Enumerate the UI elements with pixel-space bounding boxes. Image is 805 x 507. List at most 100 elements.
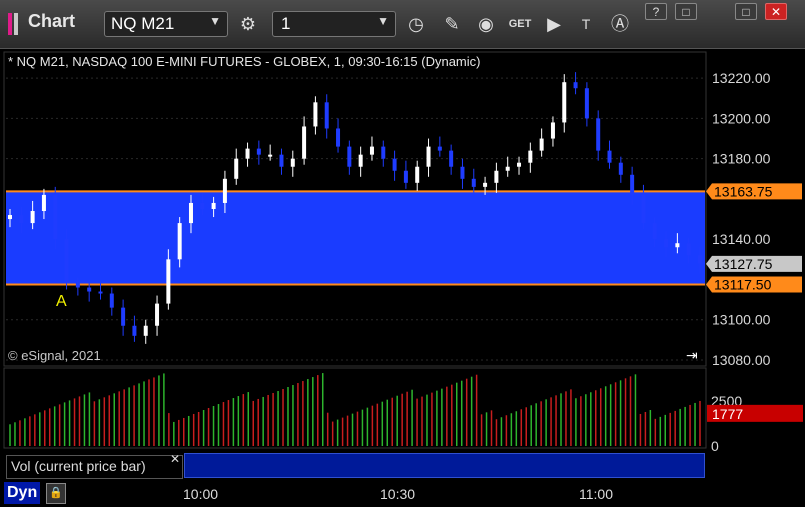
- symbol-value: NQ M21: [111, 14, 175, 33]
- price-tick: 13180.00: [712, 151, 771, 167]
- price-tick: 13220.00: [712, 70, 771, 86]
- candle-body: [8, 215, 12, 220]
- candle-body: [517, 162, 522, 167]
- close-button[interactable]: ✕: [765, 3, 787, 20]
- candle-body: [539, 138, 544, 151]
- candle-body: [471, 178, 476, 187]
- candle-body: [75, 283, 80, 288]
- copyright-text: © eSignal, 2021: [8, 348, 101, 363]
- price-tick: 13080.00: [712, 352, 771, 368]
- candle-body: [234, 158, 239, 179]
- candle-body: [641, 194, 646, 224]
- candle-body: [358, 154, 363, 167]
- price-axis[interactable]: 13220.00 13200.00 13180.00 13140.00 13100.00…: [712, 70, 771, 368]
- candle-body: [132, 325, 137, 336]
- candle-body: [177, 223, 182, 260]
- study-icon[interactable]: ◉: [472, 11, 500, 37]
- candle-body: [369, 146, 374, 155]
- marker-label: A: [56, 293, 67, 310]
- candle-body: [313, 102, 318, 127]
- candle-body: [302, 126, 307, 159]
- candle-body: [53, 194, 58, 240]
- candle-body: [392, 158, 397, 171]
- candle-body: [437, 146, 442, 151]
- candle-body: [347, 146, 352, 167]
- candle-body: [584, 88, 589, 119]
- pencil-icon[interactable]: ✎: [438, 11, 466, 37]
- candle-body: [200, 202, 205, 209]
- price-tag-value: 13117.50: [714, 276, 772, 292]
- candle-body: [449, 150, 454, 167]
- get-icon[interactable]: GET: [506, 11, 534, 37]
- candle-body: [415, 166, 420, 183]
- maximize-button[interactable]: □: [735, 3, 757, 20]
- candle-body: [211, 202, 216, 209]
- candle-body: [166, 259, 171, 304]
- title-bar: Chart NQ M21 ▼ ⚙ 1 ▼ ◷ ✎ ◉ GET ▶ T Ⓐ ? □…: [0, 0, 805, 49]
- candle-body: [550, 122, 555, 139]
- chevron-down-icon[interactable]: ▼: [209, 14, 221, 28]
- price-tick: 13100.00: [712, 312, 771, 328]
- candle-body: [98, 291, 103, 294]
- scroll-end-icon[interactable]: ⇥: [686, 348, 698, 364]
- chevron-down-icon[interactable]: ▼: [377, 14, 389, 28]
- candle-body: [87, 287, 92, 292]
- candle-body: [562, 82, 567, 123]
- price-tick: 13200.00: [712, 110, 771, 126]
- volume-study-label[interactable]: Vol (current price bar): [6, 455, 183, 479]
- time-tick: 11:00: [579, 486, 613, 502]
- interval-selector[interactable]: 1 ▼: [272, 11, 396, 37]
- chart-header: * NQ M21, NASDAQ 100 E-MINI FUTURES - GL…: [8, 54, 480, 69]
- current-volume-value: 1777: [712, 406, 743, 422]
- play-icon[interactable]: ▶: [540, 11, 568, 37]
- candle-body: [279, 154, 284, 167]
- candle-body: [188, 202, 193, 224]
- text-icon[interactable]: T: [572, 11, 600, 37]
- candle-body: [460, 166, 465, 179]
- help-button[interactable]: ?: [645, 3, 667, 20]
- dyn-label[interactable]: Dyn: [4, 482, 41, 504]
- candle-body: [630, 174, 635, 195]
- candle-body: [528, 150, 533, 163]
- candle-body: [596, 118, 601, 151]
- time-tick: 10:00: [183, 486, 219, 502]
- price-tag-value: 13127.75: [714, 256, 773, 272]
- price-chart[interactable]: * NQ M21, NASDAQ 100 E-MINI FUTURES - GL…: [0, 48, 805, 481]
- candle-body: [245, 148, 250, 159]
- app-icon: [8, 13, 22, 35]
- candle-body: [403, 170, 408, 183]
- volume-axis: 250001777: [707, 393, 803, 454]
- interval-value: 1: [281, 14, 291, 33]
- alert-icon[interactable]: Ⓐ: [606, 11, 634, 37]
- symbol-selector[interactable]: NQ M21 ▼: [104, 11, 228, 37]
- candle-body: [109, 293, 114, 308]
- window-title: Chart: [28, 11, 76, 31]
- candle-body: [256, 148, 261, 155]
- candle-body: [607, 150, 612, 163]
- candle-body: [505, 166, 510, 171]
- candle-body: [381, 146, 386, 159]
- value-area-band: [6, 191, 705, 285]
- lock-icon[interactable]: 🔒: [46, 483, 66, 504]
- candle-body: [494, 170, 499, 183]
- candle-body: [675, 243, 680, 248]
- clock-icon[interactable]: ◷: [402, 11, 430, 37]
- gear-icon[interactable]: ⚙: [234, 11, 262, 37]
- volume-tick: 0: [711, 438, 719, 454]
- price-tag-value: 13163.75: [714, 183, 773, 199]
- close-icon[interactable]: ✕: [170, 452, 180, 466]
- candle-body: [324, 102, 329, 129]
- candle-body: [290, 158, 295, 167]
- candle-body: [698, 255, 702, 264]
- candle-body: [19, 215, 24, 224]
- candle-body: [573, 82, 578, 89]
- chart-window: Chart NQ M21 ▼ ⚙ 1 ▼ ◷ ✎ ◉ GET ▶ T Ⓐ ? □…: [0, 0, 805, 507]
- time-tick: 10:30: [380, 486, 416, 502]
- candle-body: [222, 178, 227, 203]
- candle-body: [426, 146, 431, 167]
- restore-button[interactable]: □: [675, 3, 697, 20]
- candle-body: [155, 303, 160, 326]
- study-panel-bar: [184, 453, 705, 478]
- candle-body: [652, 223, 657, 240]
- candle-body: [143, 325, 148, 336]
